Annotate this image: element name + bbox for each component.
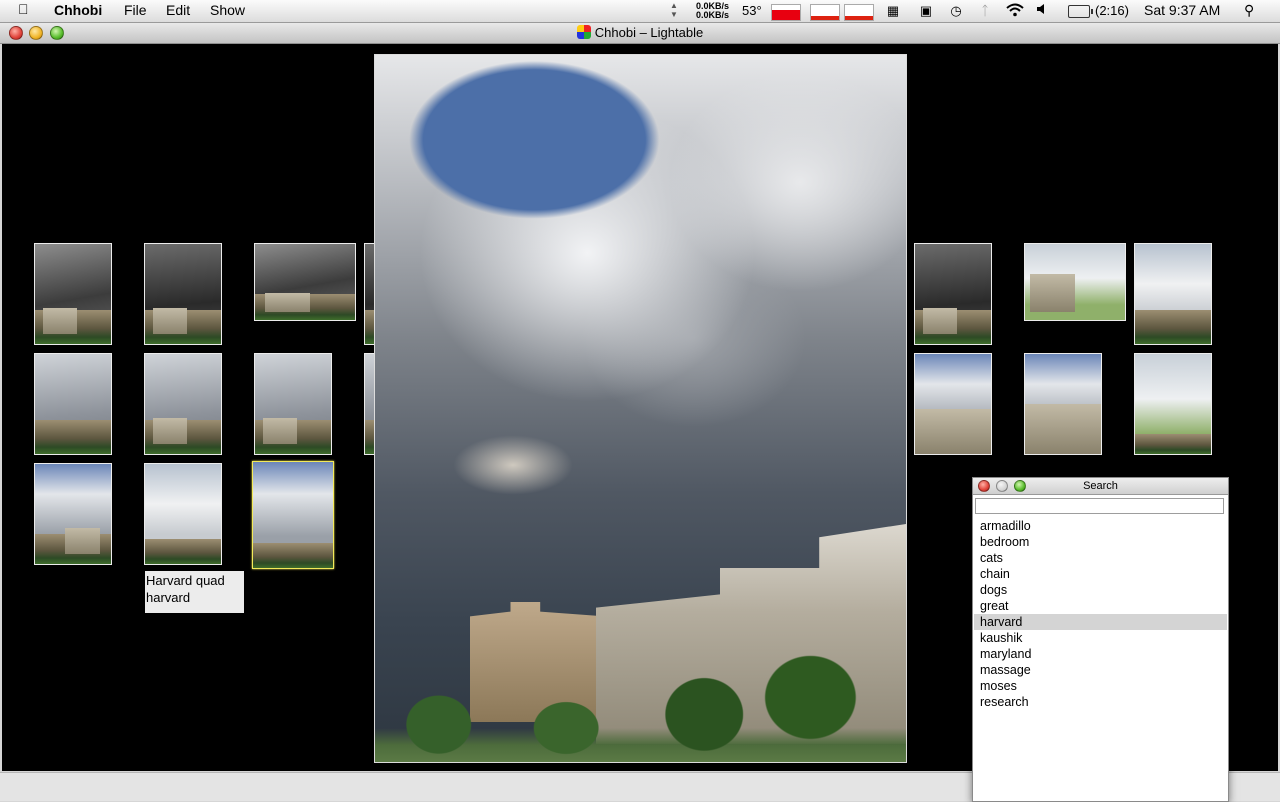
tag-item[interactable]: cats: [974, 550, 1227, 566]
network-activity-graph: [845, 16, 873, 20]
photo-thumbnail[interactable]: [34, 353, 112, 455]
network-meter-icon[interactable]: [844, 4, 874, 21]
window-title: Chhobi – Lightable: [0, 25, 1280, 40]
photo-thumbnail-selected[interactable]: [252, 461, 334, 569]
thumbnail-tooltip: Harvard quad harvard: [145, 571, 244, 613]
tag-list: armadillo bedroom cats chain dogs great …: [974, 518, 1227, 710]
search-panel-title-bar[interactable]: Search: [973, 478, 1228, 495]
window-title-bar: Chhobi – Lightable: [0, 23, 1280, 44]
photo-thumbnail[interactable]: [914, 353, 992, 455]
search-minimize-button[interactable]: [996, 480, 1008, 492]
app-icon: [576, 25, 591, 39]
network-rates[interactable]: 0.0KB/s 0.0KB/s: [696, 2, 729, 20]
search-zoom-button[interactable]: [1014, 480, 1026, 492]
menu-show[interactable]: Show: [210, 2, 245, 18]
photo-thumbnail[interactable]: [1024, 243, 1126, 321]
search-input[interactable]: [975, 498, 1224, 514]
apple-logo-icon[interactable]: : [18, 1, 29, 17]
menu-edit[interactable]: Edit: [166, 2, 190, 18]
tag-item[interactable]: massage: [974, 662, 1227, 678]
app-menu[interactable]: Chhobi: [54, 2, 102, 18]
menu-bar:  Chhobi File Edit Show ▲ ▼ 0.0KB/s 0.0K…: [0, 0, 1280, 23]
photo-thumbnail[interactable]: [254, 353, 332, 455]
memory-meter-icon[interactable]: [771, 4, 801, 21]
tooltip-caption: Harvard quad: [146, 573, 225, 588]
search-close-button[interactable]: [978, 480, 990, 492]
photo-thumbnail[interactable]: [34, 243, 112, 345]
tag-item[interactable]: great: [974, 598, 1227, 614]
time-machine-icon[interactable]: ◷: [948, 3, 964, 18]
tag-item[interactable]: dogs: [974, 582, 1227, 598]
memory-meter-fill: [772, 10, 800, 20]
tooltip-tag: harvard: [146, 590, 191, 605]
tag-item[interactable]: maryland: [974, 646, 1227, 662]
battery-time[interactable]: (2:16): [1095, 3, 1129, 18]
tag-item[interactable]: bedroom: [974, 534, 1227, 550]
photo-thumbnail[interactable]: [254, 243, 356, 321]
tag-item[interactable]: moses: [974, 678, 1227, 694]
menu-file[interactable]: File: [124, 2, 147, 18]
photo-thumbnail[interactable]: [914, 243, 992, 345]
tag-item-selected[interactable]: harvard: [974, 614, 1227, 630]
enlarged-photo[interactable]: [374, 54, 907, 763]
tag-item[interactable]: research: [974, 694, 1227, 710]
search-panel: Search armadillo bedroom cats chain dogs…: [972, 477, 1229, 802]
network-activity-icon[interactable]: ▲ ▼: [670, 1, 678, 19]
photo-thumbnail[interactable]: [1134, 353, 1212, 455]
menu-clock[interactable]: Sat 9:37 AM: [1144, 2, 1220, 18]
script-menu-icon[interactable]: ▦: [885, 3, 901, 18]
battery-icon[interactable]: [1068, 5, 1093, 18]
display-icon[interactable]: ▣: [918, 3, 934, 18]
wifi-icon[interactable]: [1006, 3, 1024, 18]
photo-thumbnail[interactable]: [1024, 353, 1102, 455]
tag-item[interactable]: chain: [974, 566, 1227, 582]
photo-thumbnail[interactable]: [34, 463, 112, 565]
cpu-activity-graph: [811, 16, 839, 20]
window-title-text: Chhobi – Lightable: [594, 25, 704, 40]
photo-thumbnail[interactable]: [144, 463, 222, 565]
cpu-meter-icon[interactable]: [810, 4, 840, 21]
temperature-readout[interactable]: 53°: [742, 3, 762, 18]
bluetooth-icon[interactable]: ᛏ: [977, 3, 993, 18]
tag-item[interactable]: kaushik: [974, 630, 1227, 646]
volume-icon[interactable]: [1034, 3, 1050, 18]
spotlight-search-icon[interactable]: ⚲: [1244, 2, 1254, 19]
photo-thumbnail[interactable]: [144, 243, 222, 345]
photo-thumbnail[interactable]: [1134, 243, 1212, 345]
search-panel-title: Search: [1083, 480, 1118, 492]
photo-thumbnail[interactable]: [144, 353, 222, 455]
photo-trees: [375, 592, 906, 762]
tag-item[interactable]: armadillo: [974, 518, 1227, 534]
